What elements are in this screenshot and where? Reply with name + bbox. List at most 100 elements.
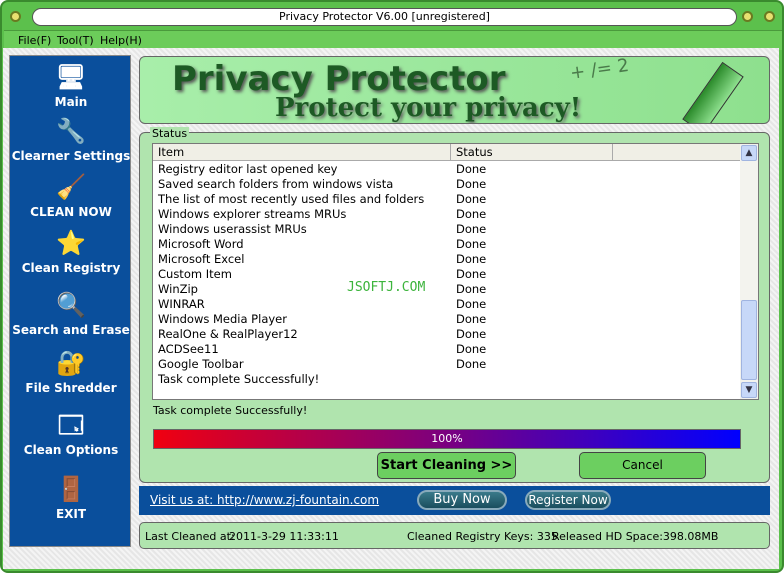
lock-keys-icon: 🔐 [56,349,86,377]
row-status: Done [456,312,487,326]
cancel-button[interactable]: Cancel [579,452,706,479]
sidebar-item-label: File Shredder [25,381,117,395]
sidebar-item-label: Clean Options [23,443,119,457]
row-item: Microsoft Word [158,237,244,251]
released-space: Released HD Space:398.08MB [552,530,719,543]
register-now-button[interactable]: Register Now [525,490,611,510]
sidebar-item-exit[interactable]: 🚪 EXIT [10,473,132,521]
wrench-settings-icon: 🔧 [56,117,86,145]
table-row[interactable]: WINRAR Done [153,297,741,312]
magnifier-icon: 🔍 [56,291,86,319]
sidebar-item-label: Main [54,95,88,109]
cleaned-keys: Cleaned Registry Keys: 335 [407,530,558,543]
row-item: ACDSee11 [158,342,219,356]
row-item: Registry editor last opened key [158,162,338,176]
options-window-icon: 🗔 [57,411,85,439]
status-group-label: Status [150,127,190,140]
table-row[interactable]: Windows userassist MRUs Done [153,222,741,237]
banner: Privacy Protector Protect your privacy! … [139,56,770,124]
sidebar-item-clean-now[interactable]: 🧹 CLEAN NOW [10,171,132,219]
menu-tool[interactable]: Tool(T) [57,34,94,47]
row-item: Saved search folders from windows vista [158,177,394,191]
row-status: Done [456,237,487,251]
table-row[interactable]: Task complete Successfully! [153,372,741,387]
table-row[interactable]: The list of most recently used files and… [153,192,741,207]
sidebar-item-search-erase[interactable]: 🔍 Search and Erase [10,289,132,337]
row-item: Task complete Successfully! [158,372,320,386]
sidebar-item-label: Clean Registry [21,261,121,275]
column-header-status[interactable]: Status [451,144,613,161]
row-status: Done [456,297,487,311]
table-row[interactable]: Custom Item Done [153,267,741,282]
scroll-down-icon[interactable]: ▼ [741,382,757,398]
row-status: Done [456,222,487,236]
exit-door-icon: 🚪 [56,475,86,503]
row-item: Windows Media Player [158,312,287,326]
eraser-icon [682,61,744,123]
row-item: Custom Item [158,267,232,281]
registry-star-icon: ⭐ [56,229,86,257]
status-bar: Last Cleaned at: 2011-3-29 11:33:11 Clea… [139,522,770,549]
minimize-icon[interactable] [742,11,753,22]
menu-help[interactable]: Help(H) [100,34,142,47]
last-cleaned-label: Last Cleaned at: [145,530,235,543]
row-item: RealOne & RealPlayer12 [158,327,298,341]
table-row[interactable]: RealOne & RealPlayer12 Done [153,327,741,342]
row-status: Done [456,192,487,206]
footer-bar: Visit us at: http://www.zj-fountain.com … [139,486,770,515]
watermark: JSOFTJ.COM [347,280,426,295]
row-status: Done [456,282,487,296]
table-row[interactable]: Google Toolbar Done [153,357,741,372]
table-row[interactable]: WinZip Done [153,282,741,297]
banner-subtitle: Protect your privacy! [275,93,582,123]
task-message: Task complete Successfully! [153,404,308,417]
website-link[interactable]: Visit us at: http://www.zj-fountain.com [150,493,379,507]
row-status: Done [456,252,487,266]
row-item: WinZip [158,282,198,296]
row-item: Windows userassist MRUs [158,222,307,236]
row-status: Done [456,357,487,371]
table-row[interactable]: Microsoft Word Done [153,237,741,252]
sidebar-item-clean-options[interactable]: 🗔 Clean Options [10,409,132,457]
sidebar: 🖥 Main 🔧 Clearner Settings 🧹 CLEAN NOW ⭐ Cle… [9,55,131,547]
sidebar-item-label: Clearner Settings [11,149,131,163]
row-item: The list of most recently used files and… [158,192,425,206]
sidebar-item-label: Search and Erase [12,323,130,337]
row-status: Done [456,207,487,221]
status-list[interactable]: Item Status Registry editor last opened … [152,143,759,400]
sidebar-item-main[interactable]: 🖥 Main [10,61,132,109]
table-row[interactable]: Microsoft Excel Done [153,252,741,267]
computer-icon: 🖥 [55,63,87,91]
close-icon[interactable] [764,11,775,22]
row-status: Done [456,327,487,341]
sidebar-item-settings[interactable]: 🔧 Clearner Settings [10,115,132,163]
table-row[interactable]: Windows explorer streams MRUs Done [153,207,741,222]
row-status: Done [456,342,487,356]
progress-bar: 100% [153,429,741,449]
buy-now-button[interactable]: Buy Now [417,490,507,510]
menu-file[interactable]: File(F) [18,34,51,47]
last-cleaned-value: 2011-3-29 11:33:11 [229,530,339,543]
banner-doodle: + /= 2 [568,56,631,85]
table-row[interactable]: ACDSee11 Done [153,342,741,357]
table-row[interactable]: Registry editor last opened key Done [153,162,741,177]
row-status: Done [456,177,487,191]
row-status: Done [456,162,487,176]
sidebar-item-label: EXIT [55,507,87,521]
start-cleaning-button[interactable]: Start Cleaning >> [377,452,516,479]
row-item: Google Toolbar [158,357,244,371]
sidebar-item-label: CLEAN NOW [30,205,112,219]
broom-icon: 🧹 [56,173,86,201]
column-header-item[interactable]: Item [153,144,451,161]
scroll-up-icon[interactable]: ▲ [741,145,757,161]
table-row[interactable]: Saved search folders from windows vista D… [153,177,741,192]
row-status: Done [456,267,487,281]
vertical-scrollbar[interactable]: ▲ ▼ [740,144,758,399]
sidebar-item-clean-registry[interactable]: ⭐ Clean Registry [10,227,132,275]
window-menu-icon[interactable] [10,11,21,22]
column-header-blank[interactable] [613,144,741,161]
table-row[interactable]: Windows Media Player Done [153,312,741,327]
row-item: Windows explorer streams MRUs [158,207,347,221]
sidebar-item-file-shredder[interactable]: 🔐 File Shredder [10,347,132,395]
scroll-thumb[interactable] [741,300,757,380]
